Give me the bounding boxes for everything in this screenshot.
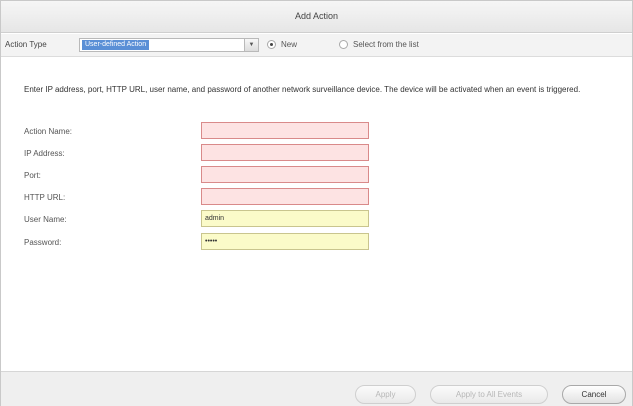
apply-button[interactable]: Apply [355,385,416,404]
radio-select-from-list-label[interactable]: Select from the list [353,40,419,49]
http-url-input[interactable] [201,188,369,205]
form-description: Enter IP address, port, HTTP URL, user n… [24,85,581,94]
action-type-select[interactable]: User-defined Action ▼ [79,38,259,52]
password-input[interactable]: ••••• [201,233,369,250]
radio-select-from-list[interactable] [339,40,348,49]
chevron-down-icon[interactable]: ▼ [244,39,258,51]
dialog-footer: Apply Apply to All Events Cancel [1,371,632,406]
action-type-label: Action Type [5,40,47,49]
field-label-port: Port: [24,171,41,180]
field-label-action-name: Action Name: [24,127,73,136]
dialog-title: Add Action [1,1,632,33]
field-label-password: Password: [24,238,62,247]
radio-new[interactable] [267,40,276,49]
apply-to-all-events-button[interactable]: Apply to All Events [430,385,548,404]
field-label-ip-address: IP Address: [24,149,65,158]
field-label-http-url: HTTP URL: [24,193,66,202]
user-name-input[interactable]: admin [201,210,369,227]
radio-new-label[interactable]: New [281,40,297,49]
port-input[interactable] [201,166,369,183]
cancel-button[interactable]: Cancel [562,385,626,404]
field-label-user-name: User Name: [24,215,67,224]
action-type-selected-value: User-defined Action [82,40,150,50]
action-type-toolbar: Action Type User-defined Action ▼ New Se… [1,34,632,57]
add-action-dialog: Add Action Action Type User-defined Acti… [0,0,633,406]
ip-address-input[interactable] [201,144,369,161]
action-name-input[interactable] [201,122,369,139]
